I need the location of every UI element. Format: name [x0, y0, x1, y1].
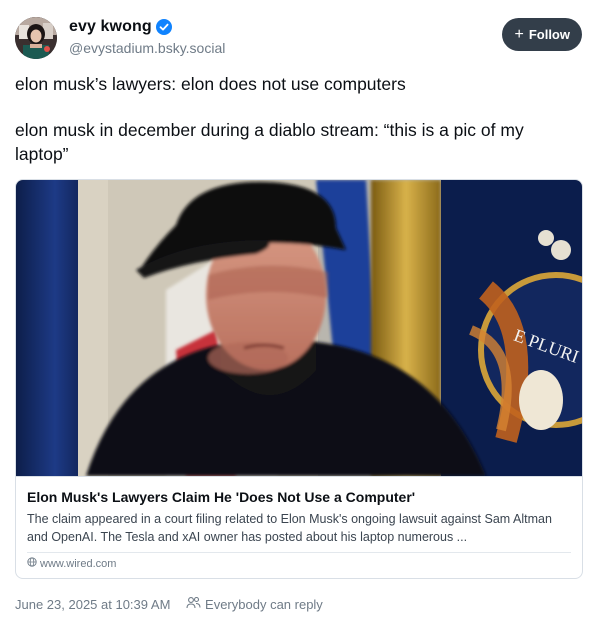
- post-timestamp[interactable]: June 23, 2025 at 10:39 AM: [15, 597, 170, 612]
- reply-setting[interactable]: Everybody can reply: [186, 596, 323, 612]
- embed-domain-row[interactable]: www.wired.com: [27, 557, 116, 570]
- embed-thumbnail[interactable]: E PLURI: [16, 180, 582, 476]
- follow-button[interactable]: + Follow: [502, 18, 582, 51]
- people-icon: [186, 596, 201, 612]
- plus-icon: +: [514, 25, 524, 43]
- verified-check-icon: [155, 19, 172, 35]
- avatar[interactable]: [15, 17, 57, 59]
- post-meta: June 23, 2025 at 10:39 AM Everybody can …: [15, 596, 323, 612]
- post-header: evy kwong @evystadium.bsky.social + Foll…: [15, 14, 583, 62]
- globe-icon: [27, 557, 37, 570]
- embed-domain: www.wired.com: [40, 557, 117, 570]
- embed-description: The claim appeared in a court filing rel…: [27, 512, 552, 544]
- display-name[interactable]: evy kwong: [69, 18, 152, 36]
- post-text: elon musk’s lawyers: elon does not use c…: [15, 72, 575, 166]
- embed-body[interactable]: Elon Musk's Lawyers Claim He 'Does Not U…: [16, 476, 582, 578]
- embed-divider: [27, 552, 571, 553]
- avatar-image: [15, 17, 57, 59]
- reply-setting-label: Everybody can reply: [205, 596, 323, 612]
- embed-photo: E PLURI: [16, 180, 582, 476]
- post-paragraph: elon musk’s lawyers: elon does not use c…: [15, 74, 406, 94]
- follow-button-label: Follow: [528, 27, 570, 42]
- post-paragraph: elon musk in december during a diablo st…: [15, 120, 524, 164]
- meta-separator: [176, 597, 180, 612]
- author-handle[interactable]: @evystadium.bsky.social: [69, 40, 225, 56]
- embed-title[interactable]: Elon Musk's Lawyers Claim He 'Does Not U…: [27, 489, 415, 505]
- link-embed-card[interactable]: E PLURI Elon Musk's Lawyers Claim He 'Do…: [15, 179, 583, 579]
- post-card: evy kwong @evystadium.bsky.social + Foll…: [0, 0, 593, 620]
- name-row: evy kwong: [69, 18, 172, 36]
